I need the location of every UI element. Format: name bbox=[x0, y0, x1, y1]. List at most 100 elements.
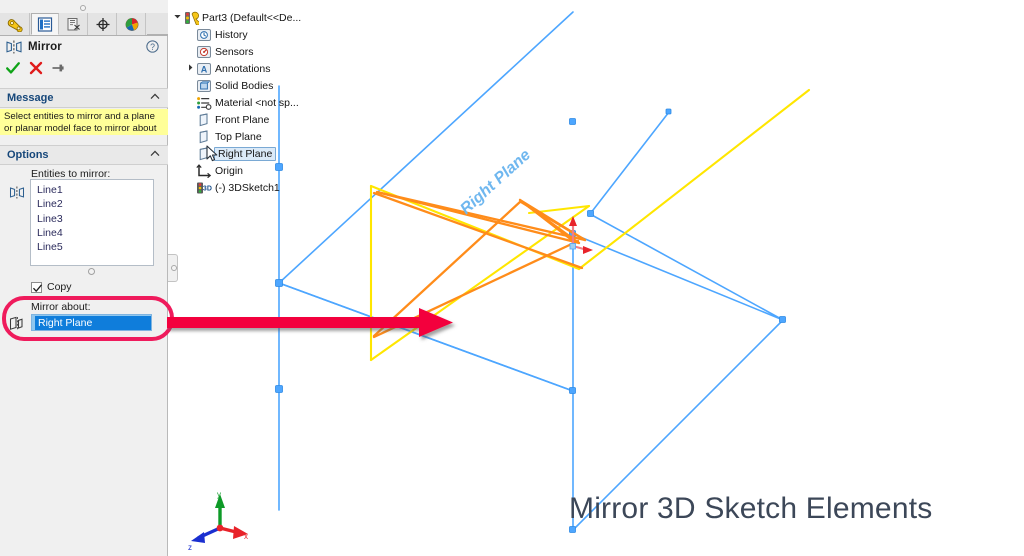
keep-visible-button[interactable] bbox=[50, 60, 66, 81]
message-section-header[interactable]: Message bbox=[0, 88, 168, 108]
copy-checkbox-row[interactable]: Copy bbox=[31, 281, 72, 293]
sketch-geometry-blue bbox=[278, 11, 784, 531]
chevron-right-icon[interactable] bbox=[185, 63, 196, 75]
options-header-label: Options bbox=[7, 149, 49, 161]
tree-item-label: Sensors bbox=[215, 45, 254, 58]
message-body: Select entities to mirror and a plane or… bbox=[0, 109, 168, 135]
viewport-caption: Mirror 3D Sketch Elements bbox=[569, 492, 933, 525]
origin-icon bbox=[196, 163, 212, 178]
sketch-vertices-blue bbox=[275, 108, 786, 533]
tree-item-3dsketch1[interactable]: 3D (-) 3DSketch1 bbox=[172, 179, 280, 196]
tree-item-origin[interactable]: Origin bbox=[172, 162, 243, 179]
annotations-icon: A bbox=[196, 62, 212, 76]
tree-item-label: History bbox=[215, 28, 248, 41]
origin-marker bbox=[569, 216, 593, 254]
svg-text:y: y bbox=[217, 490, 221, 499]
plane-icon bbox=[196, 146, 212, 161]
tree-item-solid-bodies[interactable]: Solid Bodies bbox=[172, 77, 273, 94]
tab-configuration-manager[interactable] bbox=[60, 13, 88, 35]
sensors-icon bbox=[196, 45, 212, 59]
solid-bodies-icon bbox=[196, 79, 212, 93]
ok-button[interactable] bbox=[5, 60, 21, 81]
mirror-entities-icon bbox=[9, 186, 25, 199]
entity-list-item[interactable]: Line3 bbox=[35, 212, 153, 226]
feature-tree[interactable]: Part3 (Default<<De... History Sensors A Anno… bbox=[172, 0, 347, 200]
tree-item-top-plane[interactable]: Top Plane bbox=[172, 128, 262, 145]
panel-splitter-dot[interactable] bbox=[171, 265, 177, 271]
panel-action-row bbox=[0, 60, 168, 82]
list-resize-grip[interactable] bbox=[88, 268, 95, 275]
tab-dimxpert-manager[interactable] bbox=[89, 13, 117, 35]
tab-strip-tail bbox=[147, 13, 168, 35]
tree-item-label: (-) 3DSketch1 bbox=[215, 181, 280, 194]
tree-item-sensors[interactable]: Sensors bbox=[172, 43, 254, 60]
plane-icon bbox=[196, 129, 212, 144]
sketch-geometry-orange bbox=[372, 190, 587, 338]
svg-text:3D: 3D bbox=[203, 185, 212, 192]
tree-item-material-not-sp[interactable]: Material <not sp... bbox=[172, 94, 299, 111]
tab-feature-manager[interactable] bbox=[2, 13, 30, 35]
help-icon[interactable]: ? bbox=[146, 40, 159, 53]
entity-list-item[interactable]: Line1 bbox=[35, 183, 153, 197]
checkmark-icon bbox=[33, 284, 42, 292]
dimxpert-manager-icon bbox=[96, 17, 109, 31]
chevron-up-icon bbox=[150, 150, 160, 157]
tree-item-label: Solid Bodies bbox=[215, 79, 274, 92]
close-icon bbox=[29, 61, 43, 75]
tree-item-label: Origin bbox=[215, 164, 244, 177]
tree-item-label: Material <not sp... bbox=[215, 96, 299, 109]
plane-icon bbox=[196, 112, 212, 127]
tree-item-label: Annotations bbox=[215, 62, 271, 75]
svg-text:A: A bbox=[201, 64, 208, 74]
tree-item-label: Top Plane bbox=[215, 130, 262, 143]
tree-item-history[interactable]: History bbox=[172, 26, 248, 43]
pushpin-icon bbox=[52, 64, 64, 72]
part-icon bbox=[183, 11, 201, 25]
mirror-about-value: Right Plane bbox=[35, 316, 151, 330]
property-manager-panel: Mirror ? Message Select entities to mirr… bbox=[0, 0, 174, 556]
copy-checkbox[interactable] bbox=[31, 281, 42, 293]
panel-title: Mirror bbox=[28, 41, 62, 53]
check-icon bbox=[6, 62, 20, 74]
tree-item-right-plane[interactable]: Right Plane bbox=[172, 145, 277, 162]
mirror-about-label: Mirror about: bbox=[31, 301, 91, 313]
sketch-geometry-yellow bbox=[369, 88, 811, 362]
tree-item-annotations[interactable]: A Annotations bbox=[172, 60, 270, 77]
entity-list-item[interactable]: Line5 bbox=[35, 240, 153, 254]
sketch3d-icon: 3D bbox=[196, 181, 212, 195]
panel-top-strip bbox=[0, 0, 168, 13]
tree-item-label: Part3 (Default<<De... bbox=[202, 11, 302, 24]
chevron-down-icon[interactable] bbox=[172, 12, 183, 24]
message-line-1: Select entities to mirror and a plane bbox=[4, 111, 155, 122]
svg-text:?: ? bbox=[150, 42, 155, 52]
tree-item-front-plane[interactable]: Front Plane bbox=[172, 111, 269, 128]
property-manager-icon bbox=[37, 16, 53, 32]
tab-display-manager[interactable] bbox=[118, 13, 146, 35]
history-icon bbox=[196, 28, 212, 42]
configuration-manager-icon bbox=[67, 17, 80, 30]
feature-manager-icon bbox=[7, 18, 23, 32]
copy-label: Copy bbox=[47, 281, 72, 293]
panel-collapse-dot[interactable] bbox=[80, 5, 86, 11]
options-section-header[interactable]: Options bbox=[0, 145, 168, 165]
svg-text:x: x bbox=[244, 532, 248, 541]
entity-list-item[interactable]: Line4 bbox=[35, 226, 153, 240]
mirror-about-field[interactable]: Right Plane bbox=[31, 314, 152, 331]
axis-triad: y x z bbox=[188, 490, 248, 552]
tree-item-label: Right Plane bbox=[214, 146, 277, 161]
manager-tab-strip bbox=[0, 13, 168, 36]
plane-label-viewport: Right Plane bbox=[457, 146, 534, 218]
display-manager-icon bbox=[125, 17, 138, 31]
cancel-button[interactable] bbox=[28, 60, 44, 81]
panel-title-row: Mirror bbox=[0, 36, 168, 58]
entities-to-mirror-list[interactable]: Line1 Line2 Line3 Line4 Line5 bbox=[30, 179, 154, 266]
svg-text:z: z bbox=[188, 543, 192, 552]
mirror-icon bbox=[6, 40, 22, 54]
tree-item-part3-default-de[interactable]: Part3 (Default<<De... bbox=[172, 9, 301, 26]
entity-list-item[interactable]: Line2 bbox=[35, 197, 153, 211]
chevron-up-icon bbox=[150, 93, 160, 100]
tab-property-manager[interactable] bbox=[31, 13, 59, 35]
material-icon bbox=[196, 96, 212, 110]
message-line-2: or planar model face to mirror about bbox=[4, 122, 157, 134]
tree-item-label: Front Plane bbox=[215, 113, 270, 126]
